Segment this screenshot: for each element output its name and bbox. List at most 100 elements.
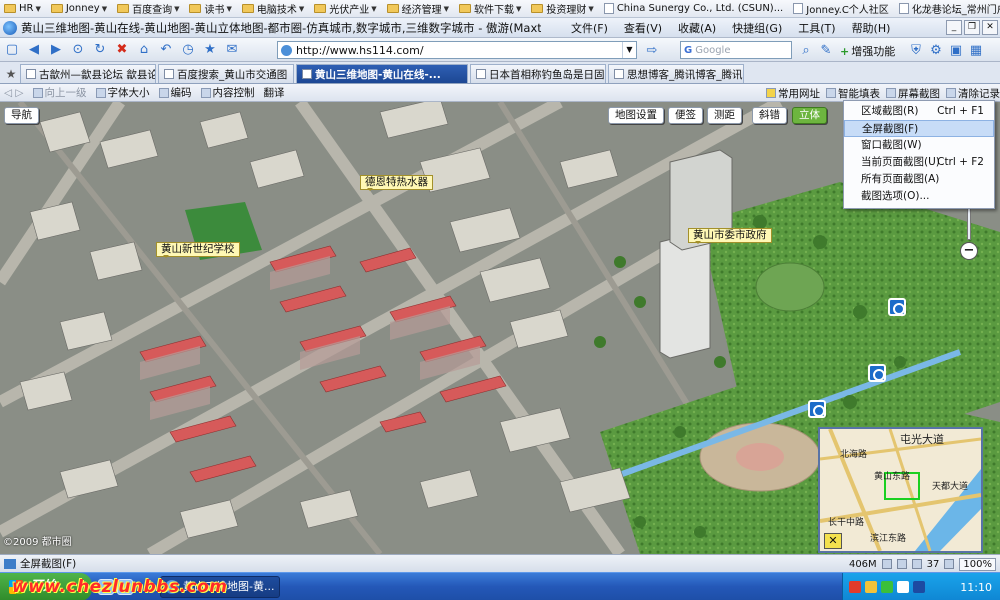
menu-item[interactable]: 帮助(H) [852,20,891,36]
bookmark-item[interactable]: 经济管理 ▼ [383,1,453,17]
bookmark-item[interactable]: 光伏产业 ▼ [310,1,380,17]
bookmark-item[interactable]: 投资理财 ▼ [527,1,597,17]
search-icon[interactable]: ⌕ [796,40,816,60]
bookmark-item[interactable]: Jonney.C个人社区 [789,1,893,17]
split-icon[interactable]: ▦ [966,40,986,60]
antivirus-icon[interactable] [849,581,861,593]
refresh-icon[interactable]: ↻ [90,40,110,60]
poi-label[interactable]: 黄山市委市政府 [688,228,772,244]
screenshot-menu-item[interactable]: 当前页面截图(U) Ctrl + F2 [844,154,994,171]
back-icon[interactable]: ◀ [24,40,44,60]
screenshot-menu-item[interactable]: 区域截图(R) Ctrl + F1 [844,103,994,120]
overview-close-icon[interactable]: ✕ [824,533,842,549]
screenshot-menu-item[interactable]: 全屏截图(F) [844,120,994,137]
close-icon[interactable]: ✕ [982,20,998,35]
window-icon[interactable]: ▣ [946,40,966,60]
address-bar[interactable]: http://www.hs114.com/ ▼ [277,41,637,59]
input-method-icon[interactable] [913,581,925,593]
screenshot-menu-item[interactable]: 截图选项(O)... [844,188,994,205]
menu-item-label: 所有页面截图(A) [861,173,940,185]
page-icon [898,3,909,14]
tab[interactable]: 百度搜索_黄山市交通图 [158,64,294,83]
map-measure-button[interactable]: 测距 [707,107,742,124]
menu-item[interactable]: 查看(V) [624,20,662,36]
menu-item[interactable]: 快捷组(G) [732,20,782,36]
screenshot-menu-item[interactable]: 所有页面截图(A) [844,171,994,188]
stop-icon[interactable]: ✖ [112,40,132,60]
menu-item[interactable]: 收藏(A) [678,20,716,36]
sync-icon[interactable] [896,559,907,569]
subbar-item-font-size[interactable]: 字体大小 [95,85,150,100]
tab-active[interactable]: 黄山三维地图-黄山在线-... [296,64,468,83]
mute-icon[interactable] [944,559,955,569]
back-small-icon[interactable]: ◁ ▷ [4,87,24,99]
poi-label[interactable]: 黄山新世纪学校 [156,242,240,258]
bookmark-item[interactable]: Jonney ▼ [47,1,111,17]
poi-label[interactable]: 德恩特热水器 [360,175,433,191]
restore-icon[interactable]: ❐ [964,20,980,35]
map-settings-button[interactable]: 地图设置 [608,107,664,124]
messenger-icon[interactable] [881,581,893,593]
volume-icon[interactable] [897,581,909,593]
subbar-item-label: 常用网址 [778,87,820,100]
bookmark-item[interactable]: China Sunergy Co., Ltd. (CSUN)... [600,1,787,17]
tab[interactable]: 古歙州—歙县论坛 歙县论坛|古... [20,64,156,83]
search-box[interactable]: G Google [680,41,792,59]
map-oblique-button[interactable]: 斜错 [752,107,787,124]
tab[interactable]: 思想博客_腾讯博客_腾讯网 [608,64,744,83]
favorites-tab-icon[interactable]: ★ [2,65,20,83]
subbar-item-translate[interactable]: 翻译 [264,85,285,100]
new-page-icon[interactable]: ▢ [2,40,22,60]
subbar-item-smart-fill[interactable]: 智能填表 [826,86,880,101]
subbar-item-clear-history[interactable]: 清除记录 [946,86,1000,101]
screenshot-menu-item[interactable]: 窗口截图(W) [844,137,994,154]
menu-item[interactable]: 工具(T) [798,20,835,36]
bookmark-item[interactable]: 读书 ▼ [185,1,235,17]
tab-label: 日本首相称钓鱼岛是日固有... [489,68,605,81]
tab[interactable]: 日本首相称钓鱼岛是日固有... [470,64,606,83]
download-icon[interactable] [881,559,892,569]
folder-icon [189,4,202,13]
navigation-toolbar: ▢ ◀ ▶ ⊙ ↻ ✖ ⌂ ↶ ◷ ★ ✉ http://www.hs114.c… [0,38,1000,62]
overview-map[interactable]: 屯光大道 北海路 黄山东路 天都大道 长干中路 滨江东路 ✕ [818,427,983,553]
subbar-item-common-sites[interactable]: 常用网址 [766,86,820,101]
bookmark-item[interactable]: 软件下载 ▼ [455,1,525,17]
map-note-button[interactable]: 便签 [668,107,703,124]
tools-icon[interactable]: ⚙ [926,40,946,60]
highlight-icon[interactable]: ✎ [816,40,836,60]
overview-label: 长干中路 [828,518,865,528]
minimize-icon[interactable]: _ [946,20,962,35]
forward-icon[interactable]: ▶ [46,40,66,60]
dropdown-icon[interactable]: ⊙ [68,40,88,60]
shield-icon[interactable]: ⛨ [906,40,926,60]
folder-icon [241,4,254,13]
go-icon[interactable]: ⇨ [642,40,662,60]
subbar-item-content-control[interactable]: 内容控制 [200,85,255,100]
traffic-camera-icon[interactable] [868,364,886,382]
mail-icon[interactable]: ✉ [222,40,242,60]
subbar-item-encoding[interactable]: 编码 [158,85,192,100]
favorites-icon[interactable]: ★ [200,40,220,60]
menu-item[interactable]: 文件(F) [571,20,608,36]
subbar-item-screenshot[interactable]: 屏幕截图 [886,86,940,101]
traffic-camera-icon[interactable] [888,298,906,316]
bookmark-label: HR [19,3,34,14]
zoom-out-icon[interactable]: − [960,242,978,260]
rss-icon[interactable] [911,559,922,569]
map-nav-button[interactable]: 导航 [4,107,39,124]
home-icon[interactable]: ⌂ [134,40,154,60]
up-level-button[interactable]: 向上一级 [32,85,87,100]
network-icon[interactable] [865,581,877,593]
bookmark-item[interactable]: 百度查询 ▼ [113,1,183,17]
map-stereo-button[interactable]: 立体 [792,107,827,124]
traffic-camera-icon[interactable] [808,400,826,418]
address-dropdown-icon[interactable]: ▼ [622,42,636,58]
enhance-button[interactable]: + 增强功能 [840,43,895,59]
bookmark-item[interactable]: 化龙巷论坛_常州门户_化龙巷 [895,1,1000,17]
bookmark-item[interactable]: 电脑技术 ▼ [238,1,308,17]
history-icon[interactable]: ◷ [178,40,198,60]
bookmark-item[interactable]: HR ▼ [0,1,45,17]
undo-icon[interactable]: ↶ [156,40,176,60]
zoom-level[interactable]: 100% [959,557,996,571]
bookmark-label: 读书 [204,5,225,16]
